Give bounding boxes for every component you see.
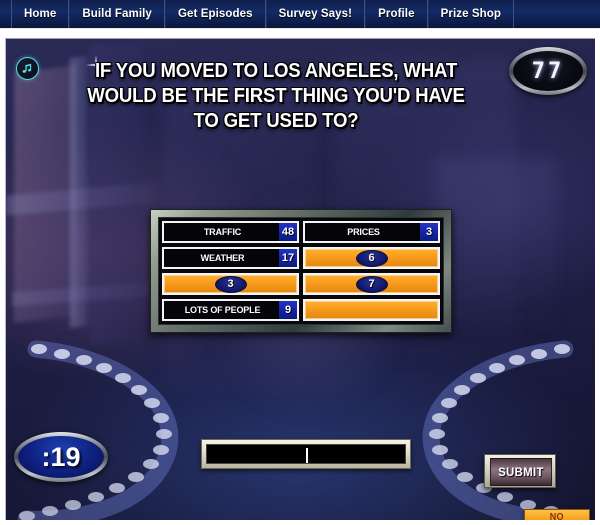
answer-score: 3 <box>420 223 438 241</box>
nav-item-home[interactable]: Home <box>11 0 70 28</box>
answer-cell-hidden[interactable]: 3 <box>162 273 299 295</box>
answer-slot-number: 6 <box>355 249 388 267</box>
answer-board: TRAFFIC 48 WEATHER 17 3 LOTS OF PEOPLE 9 PRICE… <box>150 209 452 333</box>
music-note-icon[interactable] <box>16 57 39 80</box>
score-display: 77 <box>509 47 587 95</box>
timer-value: :19 <box>18 436 104 478</box>
answer-cell-revealed[interactable]: PRICES 3 <box>303 221 440 243</box>
no-answer-button[interactable]: NO ANSWER <box>524 509 590 520</box>
stage-panel-decor <box>14 65 76 323</box>
countdown-timer: :19 <box>14 432 108 482</box>
answer-input-frame <box>201 439 411 469</box>
answer-text: TRAFFIC <box>203 226 242 238</box>
game-stage: IF YOU MOVED TO LOS ANGELES, WHAT WOULD … <box>5 38 595 520</box>
answer-text: LOTS OF PEOPLE <box>184 304 261 316</box>
nav-item-profile[interactable]: Profile <box>365 0 428 28</box>
answer-cell-revealed[interactable]: TRAFFIC 48 <box>162 221 299 243</box>
submit-button-label: SUBMIT <box>489 458 553 486</box>
no-answer-label-line1: NO <box>549 512 565 520</box>
answer-cell-hidden[interactable]: 7 <box>303 273 440 295</box>
answer-input[interactable] <box>206 444 406 464</box>
answer-column-left: TRAFFIC 48 WEATHER 17 3 LOTS OF PEOPLE 9 <box>162 221 299 321</box>
answer-score: 9 <box>279 301 297 319</box>
answer-cell-empty[interactable] <box>303 299 440 321</box>
stage-panel-decor <box>12 281 160 307</box>
answer-score: 17 <box>279 249 297 267</box>
submit-button[interactable]: SUBMIT <box>484 454 556 488</box>
stage-light-arc-left <box>6 335 236 520</box>
answer-board-inner: TRAFFIC 48 WEATHER 17 3 LOTS OF PEOPLE 9 PRICE… <box>158 217 444 325</box>
answer-text: WEATHER <box>200 252 245 264</box>
nav-item-prize-shop[interactable]: Prize Shop <box>427 0 515 28</box>
nav-item-build-family[interactable]: Build Family <box>69 0 165 28</box>
score-value: 77 <box>513 51 583 91</box>
survey-question: IF YOU MOVED TO LOS ANGELES, WHAT WOULD … <box>87 60 465 132</box>
stage-light-arc-right <box>365 335 595 520</box>
stage-panel-decor <box>436 159 556 329</box>
answer-slot-number: 3 <box>214 275 247 293</box>
main-navigation: Home Build Family Get Episodes Survey Says!… <box>0 0 600 29</box>
answer-slot-number: 7 <box>355 275 388 293</box>
answer-cell-revealed[interactable]: WEATHER 17 <box>162 247 299 269</box>
nav-item-get-episodes[interactable]: Get Episodes <box>164 0 266 28</box>
answer-cell-hidden[interactable]: 6 <box>303 247 440 269</box>
page-gap-divider <box>0 29 600 38</box>
stage-panel-decor <box>6 182 156 216</box>
answer-score: 48 <box>279 223 297 241</box>
answer-column-right: PRICES 3 6 7 <box>303 221 440 321</box>
nav-item-survey-says[interactable]: Survey Says! <box>265 0 366 28</box>
answer-text: PRICES <box>347 226 380 238</box>
answer-cell-revealed[interactable]: LOTS OF PEOPLE 9 <box>162 299 299 321</box>
